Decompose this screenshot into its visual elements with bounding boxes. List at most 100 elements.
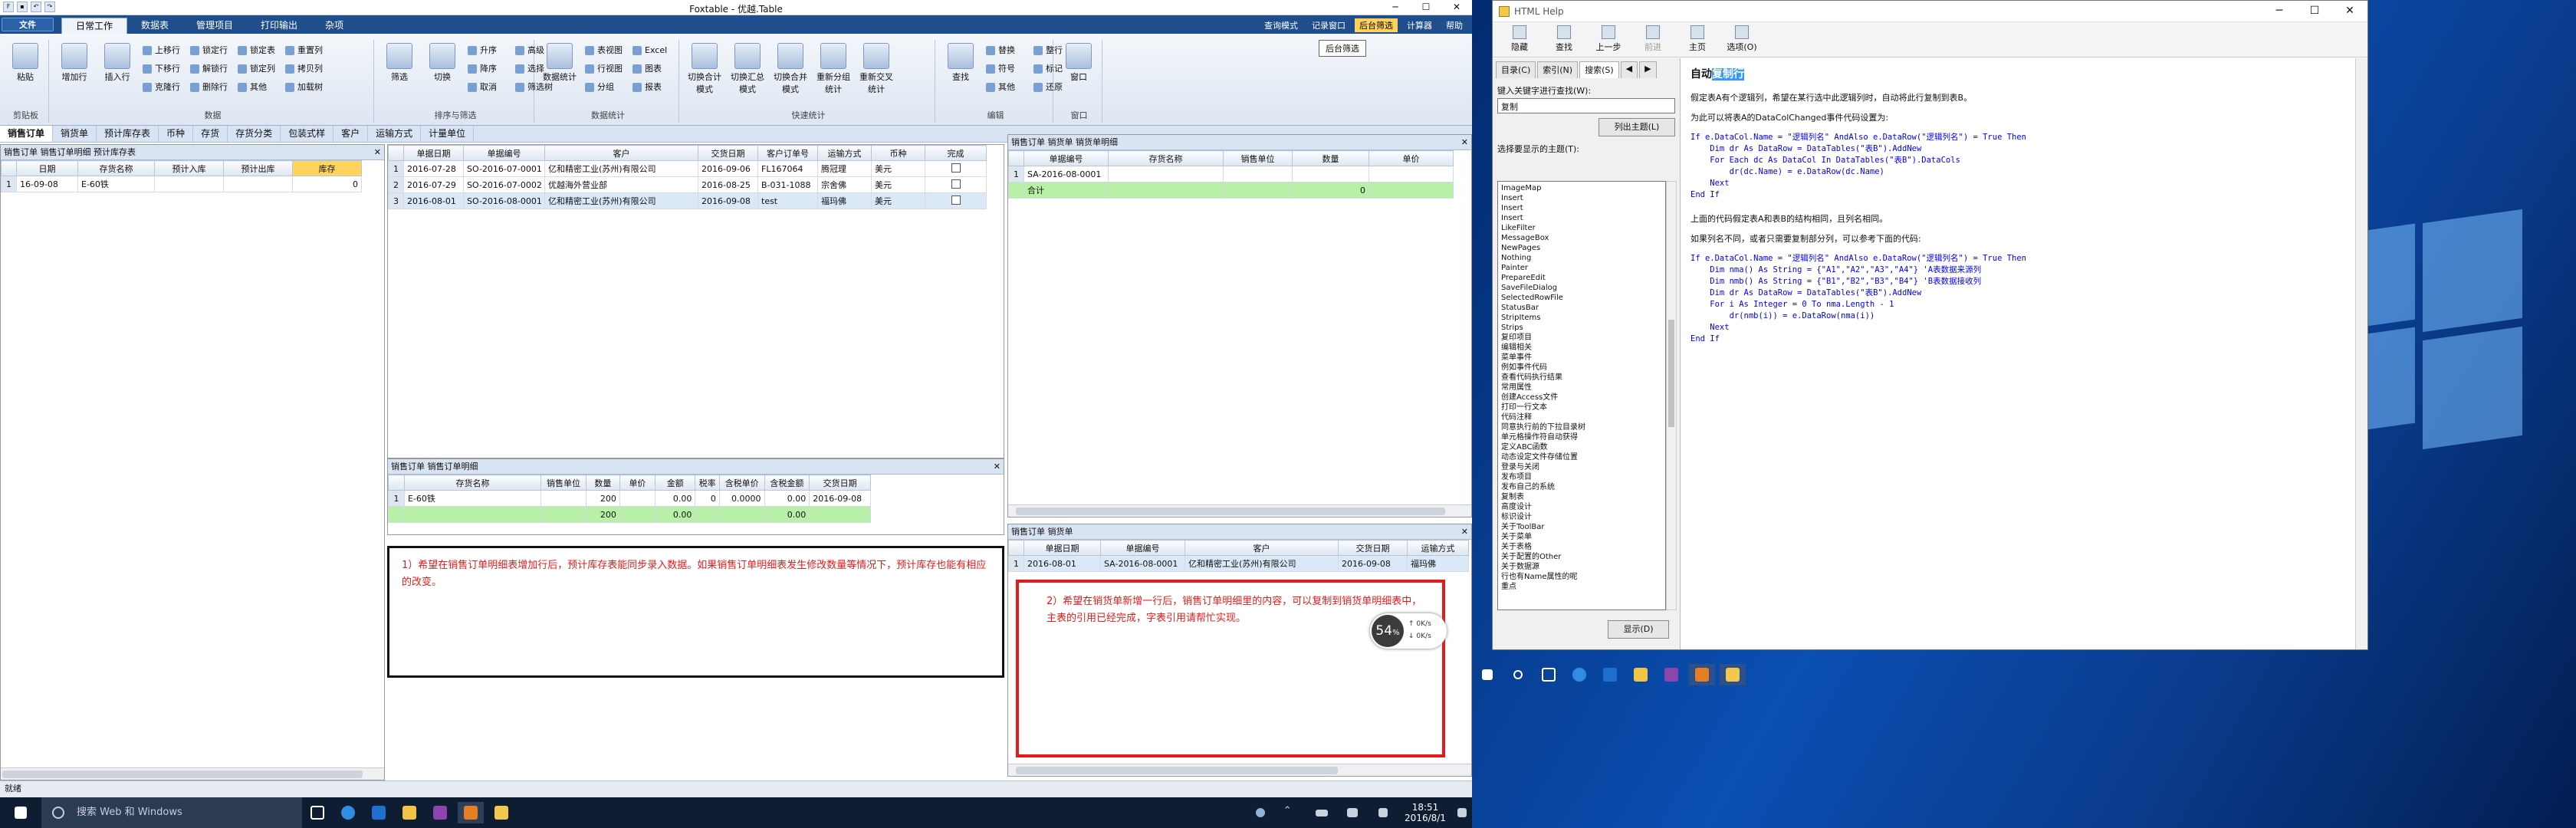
taskbar-app-help[interactable]: [488, 802, 514, 823]
help-button[interactable]: 帮助: [1441, 18, 1467, 32]
list-item[interactable]: ImageMap: [1501, 183, 1662, 193]
ribbon-button[interactable]: 切换合并模式: [771, 43, 810, 95]
list-item[interactable]: 重点: [1501, 582, 1662, 592]
tab-index[interactable]: 索引(N): [1537, 61, 1579, 78]
column-header[interactable]: 含税单价: [718, 475, 765, 491]
tab-contents[interactable]: 目录(C): [1496, 61, 1536, 78]
table-cell[interactable]: 2016-09-08: [809, 490, 871, 507]
list-item[interactable]: Strips: [1501, 323, 1662, 333]
list-item[interactable]: 定义ABC函数: [1501, 442, 1662, 452]
list-item[interactable]: 编辑相关: [1501, 343, 1662, 353]
back-button[interactable]: 上一步: [1586, 22, 1631, 57]
ribbon-small-button[interactable]: 图表: [631, 61, 662, 77]
sheet-tab[interactable]: 销售订单: [0, 126, 54, 142]
table-cell[interactable]: 宗舍佛: [817, 176, 872, 193]
list-item[interactable]: SelectedRowFile: [1501, 293, 1662, 303]
table-cell[interactable]: [223, 176, 293, 192]
column-header[interactable]: 库存: [292, 160, 362, 176]
ribbon-small-button[interactable]: 锁定行: [189, 43, 228, 58]
ribbon-button[interactable]: 窗口: [1060, 43, 1098, 83]
table-cell[interactable]: [1368, 166, 1454, 182]
column-header[interactable]: 单据编号: [1024, 150, 1109, 166]
close-icon[interactable]: ✕: [1461, 524, 1468, 539]
list-item[interactable]: 发布自己的系统: [1501, 482, 1662, 492]
tab-data-table[interactable]: 数据表: [127, 18, 182, 34]
done-checkbox-cell[interactable]: [925, 192, 987, 209]
column-header[interactable]: 预计入库: [154, 160, 224, 176]
table-cell[interactable]: 2016-08-25: [698, 176, 758, 193]
taskbar-app-edge[interactable]: [1566, 664, 1592, 685]
sheet-tab[interactable]: 销货单: [53, 126, 97, 142]
network-speed-widget[interactable]: 54% ↑ 0K/s ↓ 0K/s: [1370, 613, 1447, 649]
close-icon[interactable]: ✕: [374, 145, 381, 159]
table-row[interactable]: 2 2016-07-29 SO-2016-07-0002 优越海外营业部 2016-08…: [388, 176, 987, 193]
column-header[interactable]: 存货名称: [1108, 150, 1224, 166]
ribbon-small-button[interactable]: 分组: [583, 80, 614, 95]
list-item[interactable]: 关于菜单: [1501, 532, 1662, 542]
ribbon-small-button[interactable]: 克隆行: [141, 80, 180, 95]
column-header[interactable]: 运输方式: [1407, 540, 1469, 556]
close-icon[interactable]: ✕: [1441, 0, 1472, 15]
column-header[interactable]: 单价: [619, 475, 656, 491]
list-item[interactable]: NewPages: [1501, 243, 1662, 253]
list-item[interactable]: 菜单事件: [1501, 353, 1662, 363]
background-filter-button[interactable]: 后台筛选: [1355, 18, 1398, 32]
list-item[interactable]: 行也有Name属性的呢: [1501, 572, 1662, 582]
topic-list[interactable]: ImageMap Insert Insert Insert LikeFilter Mess…: [1497, 181, 1666, 610]
ribbon-small-button[interactable]: 升序: [466, 43, 497, 58]
list-item[interactable]: 打印一行文本: [1501, 402, 1662, 412]
list-item[interactable]: 代码注释: [1501, 412, 1662, 422]
sheet-tab[interactable]: 客户: [334, 126, 369, 142]
table-cell[interactable]: SO-2016-07-0001: [463, 160, 545, 177]
list-item[interactable]: LikeFilter: [1501, 223, 1662, 233]
table-cell[interactable]: 0.00: [654, 490, 696, 507]
horizontal-scrollbar[interactable]: [1008, 504, 1471, 517]
close-icon[interactable]: ✕: [1461, 135, 1468, 150]
taskbar-app-help[interactable]: [1720, 664, 1746, 685]
table-cell[interactable]: 2016-08-01: [1024, 555, 1101, 572]
ribbon-small-button[interactable]: 拷贝列: [284, 61, 323, 77]
taskbar-app-explorer[interactable]: [1628, 664, 1654, 685]
column-header[interactable]: 单价: [1368, 150, 1454, 166]
row-number[interactable]: 2: [388, 176, 404, 193]
ribbon-small-button[interactable]: 删除行: [189, 80, 228, 95]
home-button[interactable]: 主页: [1675, 22, 1720, 57]
row-number[interactable]: 1: [1008, 166, 1024, 182]
table-cell[interactable]: SA-2016-08-0001: [1024, 166, 1109, 182]
list-item[interactable]: MessageBox: [1501, 233, 1662, 243]
close-icon[interactable]: ✕: [2332, 1, 2367, 22]
table-cell[interactable]: 福玛佛: [1407, 555, 1469, 572]
column-header[interactable]: 日期: [16, 160, 78, 176]
table-row[interactable]: 3 2016-08-01 SO-2016-08-0001 亿和精密工业(苏州)有限公司…: [388, 192, 987, 209]
list-item[interactable]: 关于ToolBar: [1501, 522, 1662, 532]
ribbon-small-button[interactable]: 上移行: [141, 43, 180, 58]
ribbon-button[interactable]: 重新分组统计: [814, 43, 853, 95]
sheet-tab[interactable]: 存货分类: [228, 126, 281, 142]
column-header[interactable]: 单据日期: [403, 145, 464, 161]
list-item[interactable]: 发布项目: [1501, 472, 1662, 482]
ribbon-small-button[interactable]: 降序: [466, 61, 497, 77]
column-header[interactable]: 单据日期: [1024, 540, 1101, 556]
sheet-tab[interactable]: 包装式样: [281, 126, 334, 142]
minimize-icon[interactable]: ─: [2262, 1, 2297, 22]
ribbon-button[interactable]: 查找: [941, 43, 980, 83]
list-item[interactable]: 动态设定文件存储位置: [1501, 452, 1662, 462]
maximize-icon[interactable]: ☐: [2297, 1, 2332, 22]
ribbon-small-button[interactable]: 替换: [984, 43, 1015, 58]
list-item[interactable]: 关于表格: [1501, 542, 1662, 552]
tray-people[interactable]: [1247, 802, 1273, 823]
taskbar-app-foxtable[interactable]: [1689, 664, 1715, 685]
column-header[interactable]: 单据编号: [463, 145, 545, 161]
table-cell[interactable]: 2016-07-28: [403, 160, 464, 177]
ribbon-small-button[interactable]: 锁定表: [236, 43, 275, 58]
table-cell[interactable]: 0: [695, 490, 720, 507]
maximize-icon[interactable]: ☐: [1411, 0, 1441, 15]
table-cell[interactable]: 2016-09-08: [1338, 555, 1408, 572]
ribbon-button[interactable]: 切换汇总模式: [728, 43, 767, 95]
task-view-button[interactable]: [304, 802, 330, 823]
horizontal-scrollbar[interactable]: [1008, 764, 1471, 776]
find-button[interactable]: 查找: [1542, 22, 1586, 57]
taskbar-app-foxtable[interactable]: [458, 802, 484, 823]
ribbon-button[interactable]: 数据统计: [540, 43, 579, 83]
ribbon-small-button[interactable]: 符号: [984, 61, 1015, 77]
